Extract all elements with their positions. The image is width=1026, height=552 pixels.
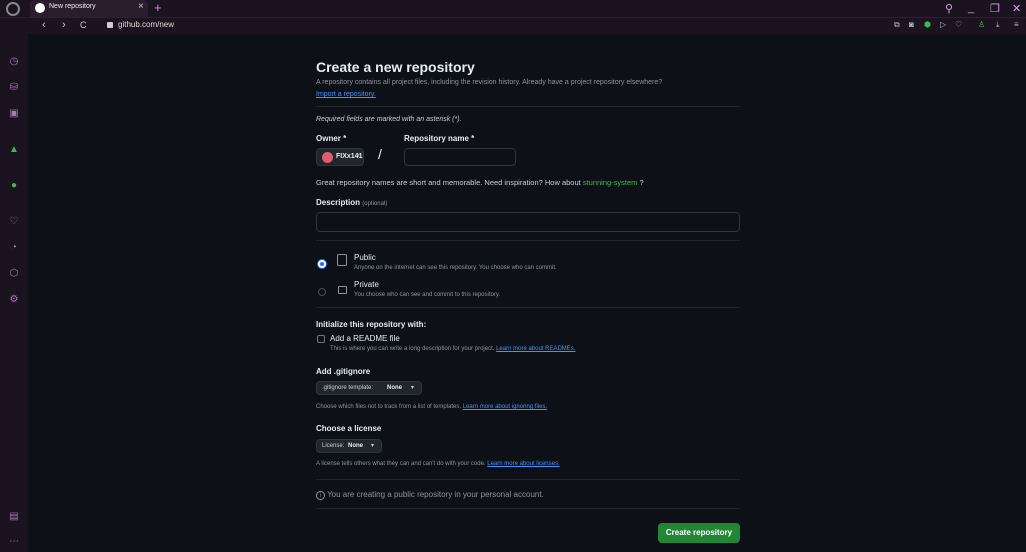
gitignore-desc: Choose which files not to track from a l… xyxy=(316,404,547,410)
shopping-icon[interactable]: ⛁ xyxy=(8,82,20,94)
extensions-icon[interactable]: ⬡ xyxy=(8,268,20,280)
private-label: Private xyxy=(354,280,379,289)
aria-icon[interactable]: ▲ xyxy=(8,144,20,156)
import-repository-link[interactable]: Import a repository. xyxy=(316,91,376,98)
info-icon: i xyxy=(316,491,325,500)
close-window-icon[interactable]: ✕ xyxy=(1012,2,1021,15)
reload-button[interactable]: C xyxy=(80,20,87,30)
gitignore-heading: Add .gitignore xyxy=(316,367,371,376)
new-tab-button[interactable]: + xyxy=(154,0,162,15)
chevron-down-icon: ▾ xyxy=(411,385,415,391)
easy-setup-icon[interactable]: ≡ xyxy=(1014,20,1019,29)
suggestion-text: Great repository names are short and mem… xyxy=(316,178,581,187)
license-desc: A license tells others what they can and… xyxy=(316,461,560,467)
settings-icon[interactable]: ⚙ xyxy=(8,294,20,306)
forward-button[interactable]: › xyxy=(62,19,66,31)
info-note: i You are creating a public repository i… xyxy=(316,490,544,500)
owner-repo-separator: / xyxy=(378,146,382,162)
public-desc: Anyone on the internet can see this repo… xyxy=(354,265,557,271)
restore-icon[interactable]: ❐ xyxy=(990,2,1000,15)
readme-checkbox[interactable] xyxy=(317,335,325,343)
camera-icon[interactable]: ◙ xyxy=(909,20,914,29)
history-icon[interactable]: ◔ xyxy=(8,242,20,254)
page-content: Create a new repository A repository con… xyxy=(28,34,1026,552)
license-button[interactable]: License: None ▾ xyxy=(316,439,382,453)
readme-label: Add a README file xyxy=(330,334,400,343)
suggested-name-link[interactable]: stunning-system xyxy=(583,178,638,187)
browser-top-bar: New repository × + ⚲ _ ❐ ✕ ‹ › C github.… xyxy=(0,0,1026,34)
opera-logo-icon[interactable] xyxy=(6,2,20,16)
gitignore-learn-more-link[interactable]: Learn more about ignoring files. xyxy=(463,404,547,410)
speed-dial-icon[interactable]: ◷ xyxy=(8,56,20,68)
repo-public-icon xyxy=(337,254,347,266)
description-label-text: Description xyxy=(316,198,361,207)
repository-name-input[interactable] xyxy=(404,148,516,166)
private-desc: You choose who can see and commit to thi… xyxy=(354,292,501,298)
license-heading: Choose a license xyxy=(316,424,382,433)
tab-strip: New repository × + ⚲ _ ❐ ✕ xyxy=(0,0,1026,17)
init-heading: Initialize this repository with: xyxy=(316,320,427,329)
heart-sidebar-icon[interactable]: ♡ xyxy=(8,216,20,228)
private-radio[interactable] xyxy=(318,288,326,296)
license-learn-more-link[interactable]: Learn more about licenses. xyxy=(487,461,559,467)
page-title: Create a new repository xyxy=(316,59,475,75)
owner-dropdown[interactable]: FIXx141 ▾ xyxy=(316,148,364,166)
search-icon[interactable]: ⚲ xyxy=(945,2,953,15)
calendar-icon[interactable]: ▣ xyxy=(8,108,20,120)
repo-name-label: Repository name * xyxy=(404,134,475,143)
readme-desc: This is where you can write a long descr… xyxy=(330,346,575,352)
minimize-icon[interactable]: _ xyxy=(968,2,974,14)
snapshot-icon[interactable]: ⧉ xyxy=(894,20,900,30)
divider xyxy=(316,240,740,241)
browser-sidebar: ◷ ⛁ ▣ ▲ ● ♡ ◔ ⬡ ⚙ ▤ ⋯ xyxy=(0,34,28,552)
chevron-down-icon: ▾ xyxy=(371,443,375,449)
intro-text: A repository contains all project files,… xyxy=(316,79,663,86)
divider xyxy=(316,508,740,509)
readme-desc-text: This is where you can write a long descr… xyxy=(330,346,495,352)
download-icon[interactable]: ⤓ xyxy=(996,20,1000,30)
license-value: None xyxy=(348,443,363,449)
license-prefix: License: xyxy=(322,443,345,449)
tab-close-button[interactable]: × xyxy=(138,1,144,12)
github-icon xyxy=(35,3,45,13)
spotify-icon[interactable]: ● xyxy=(8,180,20,192)
gitignore-template-button[interactable]: .gitignore template: None ▾ xyxy=(316,381,422,395)
public-label: Public xyxy=(354,253,376,262)
license-desc-text: A license tells others what they can and… xyxy=(316,461,486,467)
divider xyxy=(316,479,740,480)
url-field[interactable]: github.com/new xyxy=(118,20,174,29)
shield-icon[interactable]: ⬢ xyxy=(924,20,931,29)
lock-icon xyxy=(107,22,113,28)
sidebar-setup-icon[interactable]: ▤ xyxy=(8,511,20,523)
more-icon[interactable]: ⋯ xyxy=(8,536,20,548)
back-button[interactable]: ‹ xyxy=(42,19,46,31)
public-radio[interactable] xyxy=(318,260,326,268)
create-repository-button[interactable]: Create repository xyxy=(658,523,740,543)
readme-learn-more-link[interactable]: Learn more about READMEs. xyxy=(496,346,575,352)
gitignore-value: None xyxy=(387,385,402,391)
divider xyxy=(316,106,740,107)
suggestion-end: ? xyxy=(639,178,644,187)
required-note: Required fields are marked with an aster… xyxy=(316,116,462,123)
tab-new-repository[interactable]: New repository × xyxy=(30,0,148,17)
info-note-text: You are creating a public repository in … xyxy=(327,490,544,499)
owner-avatar xyxy=(322,152,333,163)
divider xyxy=(316,307,740,308)
name-suggestion: Great repository names are short and mem… xyxy=(316,178,644,187)
lock-private-icon xyxy=(338,286,347,294)
heart-icon[interactable]: ♡ xyxy=(955,20,962,29)
send-icon[interactable]: ▷ xyxy=(940,20,946,29)
gitignore-prefix: .gitignore template: xyxy=(322,385,374,391)
profile-icon[interactable]: ♙ xyxy=(978,20,985,29)
description-input[interactable] xyxy=(316,212,740,232)
gitignore-desc-text: Choose which files not to track from a l… xyxy=(316,404,462,410)
description-label: Description (optional) xyxy=(316,198,387,207)
optional-label: (optional) xyxy=(362,201,388,207)
owner-label: Owner * xyxy=(316,134,347,143)
chevron-down-icon: ▾ xyxy=(357,153,361,159)
tab-title: New repository xyxy=(49,3,96,10)
